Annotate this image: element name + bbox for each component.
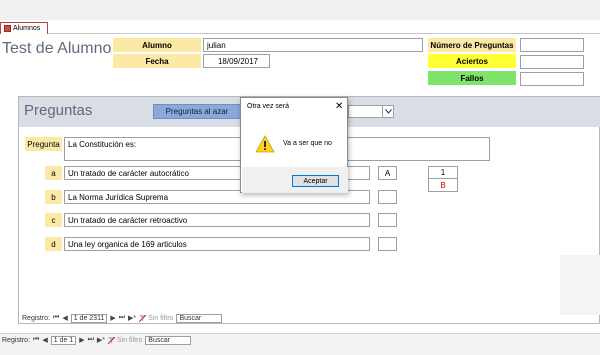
option-letter-a: a bbox=[45, 166, 62, 180]
warning-icon bbox=[255, 135, 275, 153]
record-position[interactable]: 1 de 1 bbox=[50, 335, 77, 345]
option-text-c[interactable]: Un tratado de carácter retroactivo bbox=[64, 213, 370, 227]
result-number: 1 bbox=[428, 166, 458, 179]
new-record-icon[interactable]: ▶* bbox=[128, 314, 136, 322]
subform-record-navigator: Registro: ⏮ ◀ 1 de 2311 ▶ ⏭ ▶* Sin filtr… bbox=[22, 313, 223, 323]
close-icon[interactable]: ✕ bbox=[335, 101, 343, 112]
filter-toggle[interactable]: Sin filtro bbox=[139, 314, 174, 322]
document-tab-strip bbox=[0, 20, 600, 34]
subform-title: Preguntas bbox=[24, 102, 93, 119]
first-record-icon[interactable]: ⏮ bbox=[53, 314, 59, 322]
subform-blank-area bbox=[560, 255, 600, 315]
answer-box-a[interactable]: A bbox=[378, 166, 397, 180]
fallos-label: Fallos bbox=[428, 71, 516, 85]
filter-icon bbox=[139, 314, 147, 322]
option-letter-d: d bbox=[45, 237, 62, 251]
option-text-d[interactable]: Una ley organica de 169 articulos bbox=[64, 237, 370, 251]
search-input[interactable]: Buscar bbox=[176, 313, 223, 323]
search-input[interactable]: Buscar bbox=[145, 335, 192, 345]
new-record-icon[interactable]: ▶* bbox=[97, 336, 105, 344]
tab-alumnos[interactable]: Alumnos bbox=[0, 22, 48, 34]
form-icon bbox=[4, 25, 11, 32]
dialog-message: Va a ser que no bbox=[283, 140, 332, 147]
accept-button[interactable]: Aceptar bbox=[292, 175, 339, 187]
fecha-field[interactable]: 18/09/2017 bbox=[203, 54, 270, 68]
next-record-icon[interactable]: ▶ bbox=[110, 314, 115, 322]
dialog-title: Otra vez será bbox=[247, 103, 290, 110]
num-preguntas-label: Número de Preguntas bbox=[428, 38, 516, 52]
status-bar bbox=[0, 345, 600, 355]
answer-box-c[interactable] bbox=[378, 213, 397, 227]
answer-box-b[interactable] bbox=[378, 190, 397, 204]
answer-box-d[interactable] bbox=[378, 237, 397, 251]
fallos-field[interactable] bbox=[520, 72, 584, 86]
option-letter-c: c bbox=[45, 213, 62, 227]
tab-label: Alumnos bbox=[13, 25, 41, 32]
ribbon-area bbox=[0, 0, 600, 20]
pregunta-label: Pregunta bbox=[25, 137, 62, 151]
aciertos-field[interactable] bbox=[520, 55, 584, 69]
num-preguntas-field[interactable] bbox=[520, 38, 584, 52]
form-title: Test de Alumno bbox=[2, 40, 112, 57]
chevron-down-icon[interactable] bbox=[382, 106, 393, 117]
filter-label: Sin filtro bbox=[117, 336, 143, 344]
record-label: Registro: bbox=[2, 336, 31, 344]
previous-record-icon[interactable]: ◀ bbox=[62, 314, 67, 322]
random-questions-button[interactable]: Preguntas al azar bbox=[153, 104, 241, 119]
filter-label: Sin filtro bbox=[148, 314, 174, 322]
record-label: Registro: bbox=[22, 314, 51, 322]
alumno-label: Alumno bbox=[113, 38, 201, 52]
fecha-label: Fecha bbox=[113, 54, 201, 68]
alumno-field[interactable]: julian bbox=[203, 38, 423, 52]
option-letter-b: b bbox=[45, 190, 62, 204]
question-combo[interactable] bbox=[348, 105, 394, 118]
filter-toggle[interactable]: Sin filtro bbox=[108, 336, 143, 344]
filter-icon bbox=[108, 336, 115, 344]
result-letter: B bbox=[428, 179, 458, 192]
record-position[interactable]: 1 de 2311 bbox=[70, 313, 108, 323]
previous-record-icon[interactable]: ◀ bbox=[42, 336, 47, 344]
message-dialog: Otra vez será ✕ Va a ser que no Aceptar bbox=[240, 97, 348, 193]
first-record-icon[interactable]: ⏮ bbox=[33, 336, 39, 344]
last-record-icon[interactable]: ⏭ bbox=[88, 336, 94, 344]
last-record-icon[interactable]: ⏭ bbox=[119, 314, 125, 322]
form-record-navigator: Registro: ⏮ ◀ 1 de 1 ▶ ⏭ ▶* Sin filtro B… bbox=[2, 335, 192, 345]
aciertos-label: Aciertos bbox=[428, 54, 516, 68]
next-record-icon[interactable]: ▶ bbox=[79, 336, 84, 344]
